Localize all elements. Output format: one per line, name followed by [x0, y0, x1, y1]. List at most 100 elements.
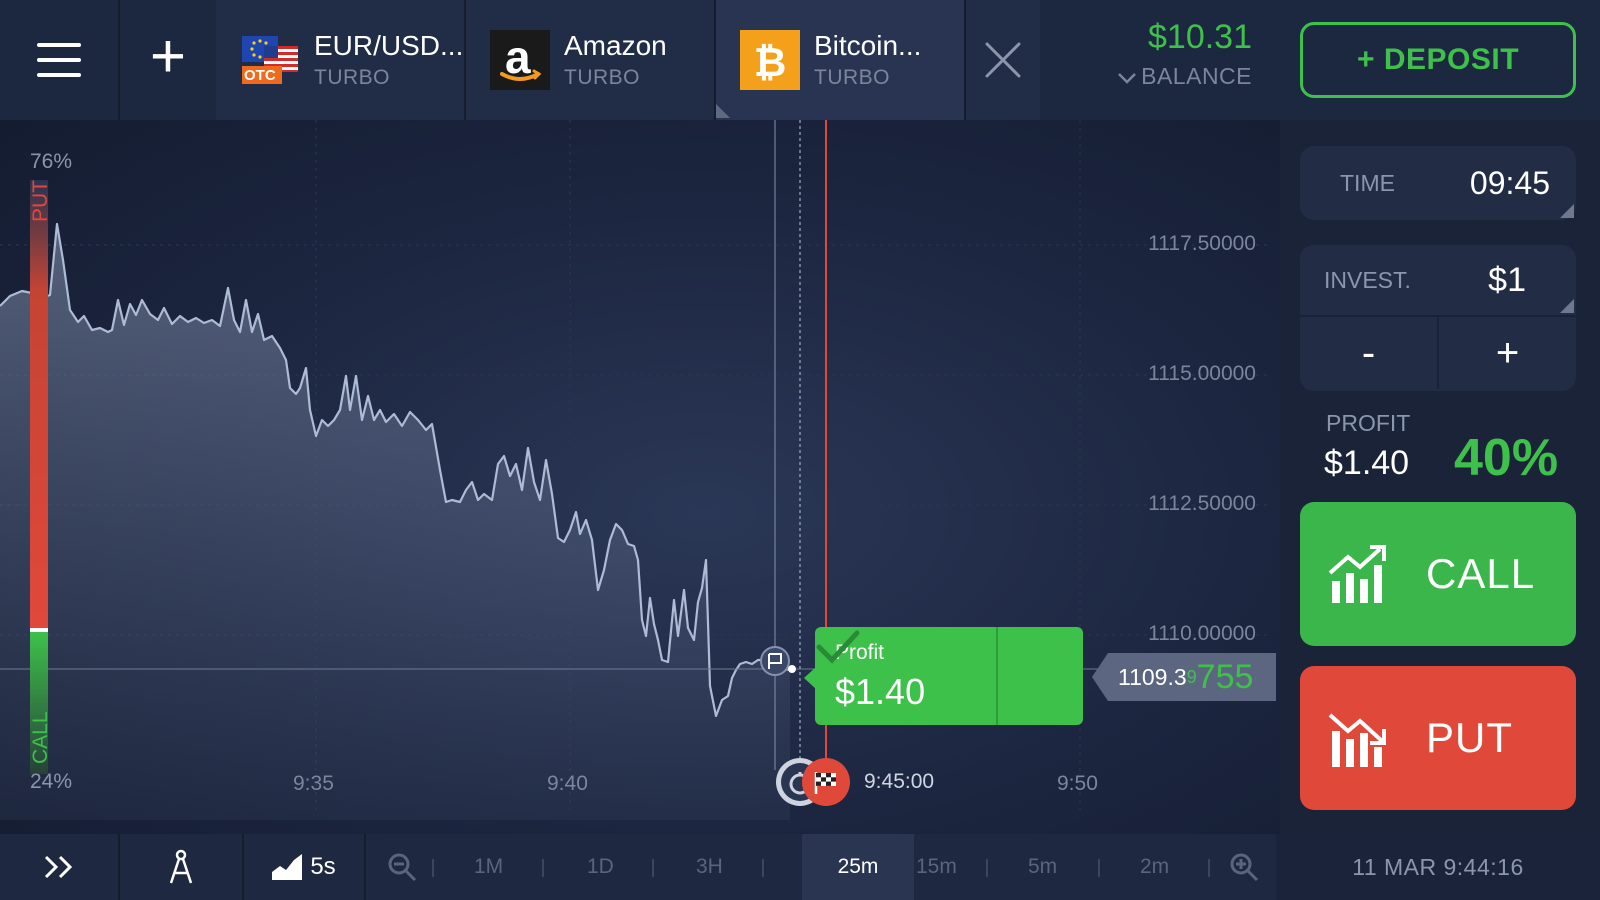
deposit-button[interactable]: + DEPOSIT — [1300, 22, 1576, 98]
plus-icon: + — [149, 22, 187, 91]
asset-type: TURBO — [814, 66, 890, 89]
profit-percentage: 40% — [1454, 429, 1559, 487]
zoom-in-button[interactable] — [1222, 834, 1266, 900]
expiration-time-selector[interactable]: TIME 09:45 — [1300, 146, 1576, 220]
timeframe-15m[interactable]: 15m — [916, 834, 957, 900]
bitcoin-logo-icon: ₿ — [740, 30, 800, 90]
current-price-small: 9 — [1186, 666, 1197, 687]
profit-label: PROFIT — [1326, 410, 1411, 436]
put-vertical-label: PUT — [29, 180, 52, 222]
divider — [986, 859, 988, 877]
divider — [652, 859, 654, 877]
tab-corner-mark — [716, 104, 730, 118]
price-area — [0, 224, 790, 820]
divider — [542, 859, 544, 877]
chart-down-icon — [1328, 713, 1386, 767]
zoom-out-button[interactable] — [380, 834, 424, 900]
profit-popup-value: $1.40 — [835, 671, 926, 712]
checkmark-icon — [816, 627, 1083, 725]
profit-amount: $1.40 — [1324, 444, 1410, 482]
asset-type: TURBO — [314, 66, 390, 89]
asset-tab-amazon[interactable]: a Amazon TURBO — [466, 0, 716, 120]
balance-display[interactable]: $10.31 BALANCE — [1100, 18, 1252, 90]
price-axis-label: 1112.50000 — [1148, 492, 1256, 515]
trade-flag-icon[interactable] — [760, 646, 796, 676]
menu-button[interactable] — [0, 0, 120, 120]
double-chevron-right-icon — [44, 855, 73, 879]
put-button[interactable]: PUT — [1300, 666, 1576, 810]
investment-selector: INVEST. $1 - + — [1300, 245, 1576, 391]
asset-name: Amazon — [564, 30, 667, 61]
divider — [1208, 859, 1210, 877]
divider — [762, 859, 764, 877]
divider — [432, 859, 434, 877]
divider — [1098, 859, 1100, 877]
asset-tab-eurusd[interactable]: OTC EUR/USD... TURBO — [216, 0, 466, 120]
current-price-pointer — [1092, 653, 1108, 701]
bottom-toolbar: 5s 1M 1D 3H 25m 15m 5m 2m 11 MAR 9:44:16 — [0, 834, 1600, 900]
price-axis-label: 1117.50000 — [1148, 232, 1256, 255]
sentiment-bar — [30, 180, 48, 774]
chevron-down-icon — [1118, 73, 1137, 84]
invest-value: $1 — [1488, 260, 1526, 299]
timeframe-2m[interactable]: 2m — [1140, 834, 1169, 900]
put-percentage: 76% — [30, 150, 73, 173]
investment-amount-field[interactable]: INVEST. $1 — [1300, 245, 1576, 317]
chart-up-icon — [1328, 545, 1386, 603]
close-tab-button[interactable] — [966, 0, 1040, 120]
invest-label: INVEST. — [1324, 266, 1411, 293]
current-price-tag: 1109.3 9 755 — [1108, 653, 1276, 701]
price-axis-label: 1115.00000 — [1148, 362, 1256, 385]
asset-type: TURBO — [564, 66, 640, 89]
call-vertical-label: CALL — [29, 711, 52, 764]
candle-interval: 5s — [310, 853, 336, 880]
current-price-main: 1109.3 — [1118, 663, 1187, 690]
call-percentage: 24% — [30, 770, 73, 793]
asset-tab-bitcoin[interactable]: ₿ Bitcoin... TURBO — [716, 0, 966, 120]
expiration-flag-icon — [802, 758, 850, 806]
add-asset-button[interactable]: + — [120, 0, 216, 120]
drawing-tools-button[interactable] — [120, 834, 244, 900]
hamburger-icon — [37, 43, 81, 77]
current-price-big: 755 — [1196, 657, 1254, 696]
close-icon — [985, 42, 1021, 78]
timeframe-5m[interactable]: 5m — [1028, 834, 1057, 900]
time-axis-label: 9:35 — [293, 772, 334, 795]
asset-name: EUR/USD... — [314, 30, 464, 61]
profit-popup[interactable]: Profit $1.40 — [815, 627, 1083, 725]
time-axis-label: 9:50 — [1057, 772, 1098, 795]
timeframe-1d[interactable]: 1D — [587, 834, 614, 900]
call-label: CALL — [1426, 550, 1536, 597]
compass-icon — [169, 849, 193, 884]
chart-canvas — [0, 120, 1270, 820]
current-datetime: 11 MAR 9:44:16 — [1276, 834, 1600, 900]
corner-indicator — [1560, 299, 1574, 313]
zoom-in-icon — [1230, 853, 1259, 882]
timeframe-1m[interactable]: 1M — [474, 834, 503, 900]
timeframe-25m[interactable]: 25m — [802, 834, 914, 900]
increase-investment-button[interactable]: + — [1439, 317, 1576, 389]
top-bar: + OTC EUR/USD... TURBO a Amazon TURBO ₿ … — [0, 0, 1600, 120]
timeframe-3h[interactable]: 3H — [696, 834, 723, 900]
chart-type-button[interactable]: 5s — [244, 834, 366, 900]
otc-badge: OTC — [244, 67, 276, 84]
price-axis-label: 1110.00000 — [1148, 622, 1256, 645]
time-value: 09:45 — [1469, 164, 1550, 201]
expand-panel-button[interactable] — [0, 834, 120, 900]
expiration-time-label: 9:45:00 — [864, 770, 935, 793]
price-chart[interactable]: 76% 24% PUT CALL 1117.50000 1115.00000 1… — [0, 120, 1280, 834]
call-button[interactable]: CALL — [1300, 502, 1576, 646]
decrease-investment-button[interactable]: - — [1300, 317, 1439, 389]
amazon-logo-icon: a — [490, 30, 550, 90]
put-label: PUT — [1426, 714, 1513, 761]
balance-amount: $10.31 — [1148, 18, 1252, 56]
asset-name: Bitcoin... — [814, 30, 922, 61]
area-chart-icon — [272, 854, 303, 880]
eu-us-flag-icon: OTC — [240, 30, 300, 90]
corner-indicator — [1560, 204, 1574, 218]
time-label: TIME — [1340, 169, 1395, 196]
balance-label: BALANCE — [1100, 63, 1252, 90]
time-axis-label: 9:40 — [547, 772, 588, 795]
svg-text:₿: ₿ — [754, 40, 787, 86]
zoom-out-icon — [388, 853, 417, 882]
